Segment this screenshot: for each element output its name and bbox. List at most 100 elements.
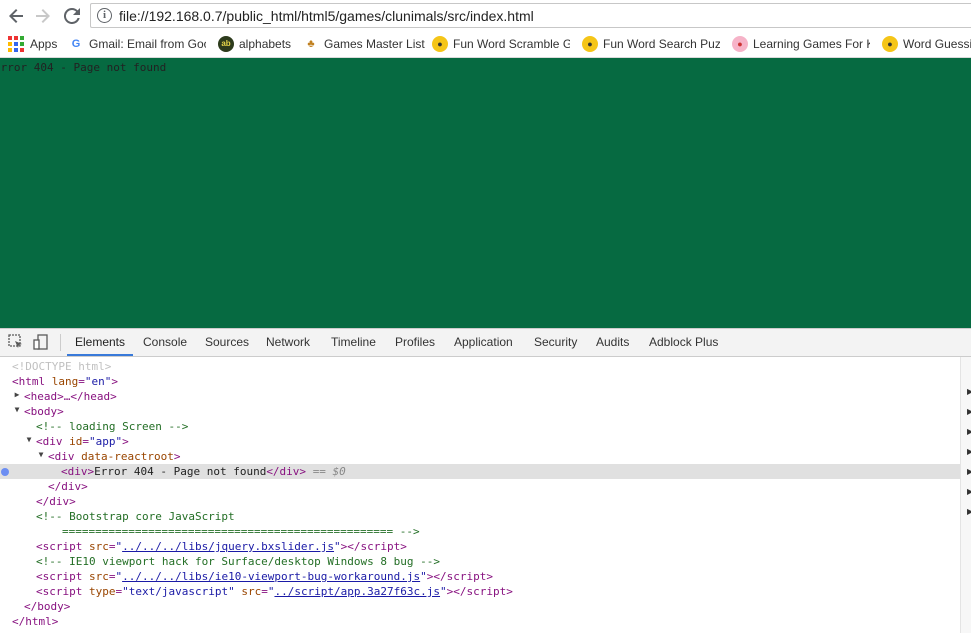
side-panel-arrow-icon[interactable]: ▶ [967, 387, 971, 396]
dom-line-comment-loading[interactable]: <!-- loading Screen --> [36, 419, 188, 434]
dom-line-div-close[interactable]: </div> [48, 479, 88, 494]
bookmark-games-master-list[interactable]: ♣ Games Master List [303, 35, 425, 53]
bee-icon: ● [882, 36, 898, 52]
dom-line-doctype[interactable]: <!DOCTYPE html> [12, 359, 111, 374]
tab-timeline[interactable]: Timeline [331, 329, 376, 356]
google-g-icon: G [71, 38, 81, 50]
forward-button[interactable] [32, 5, 54, 27]
tab-audits[interactable]: Audits [596, 329, 629, 356]
side-panel-arrow-icon[interactable]: ▶ [967, 427, 971, 436]
attr-value: "en" [84, 375, 112, 388]
devtools-panel: Elements Console Sources Network Timelin… [0, 328, 971, 633]
side-panel-arrow-icon[interactable]: ▶ [967, 447, 971, 456]
page-info-icon[interactable]: i [97, 8, 112, 23]
tab-sources[interactable]: Sources [205, 329, 249, 356]
dom-line-script-app[interactable]: <script type="text/javascript" src="../s… [36, 584, 513, 599]
reload-icon [64, 8, 80, 24]
script-src-link[interactable]: ../../../libs/ie10-viewport-bug-workarou… [122, 570, 420, 583]
dom-line-div-close[interactable]: </div> [36, 494, 76, 509]
error-message: Error 404 - Page not found [0, 61, 167, 74]
console-ref-text: == $0 [312, 465, 346, 478]
tab-profiles[interactable]: Profiles [395, 329, 435, 356]
inspect-element-icon[interactable] [8, 334, 24, 350]
address-bar[interactable]: i file://192.168.0.7/public_html/html5/g… [90, 3, 971, 28]
dom-line-body-close[interactable]: </body> [24, 599, 70, 614]
bee-icon: ● [432, 36, 448, 52]
bookmarks-bar: Apps G Gmail: Email from Goo ab alphabet… [0, 31, 971, 58]
bookmark-label: Fun Word Search Puz [603, 37, 720, 51]
bookmark-apps[interactable]: Apps [8, 35, 57, 53]
script-src-link[interactable]: ../../../libs/jquery.bxslider.js [122, 540, 334, 553]
dom-line-html-close[interactable]: </html> [12, 614, 58, 629]
tab-network[interactable]: Network [266, 329, 310, 356]
comment-text: <!-- IE10 viewport hack for Surface/desk… [36, 555, 440, 568]
tab-application[interactable]: Application [454, 329, 513, 356]
dom-line-head[interactable]: <head>…</head> [24, 389, 117, 404]
tag-text: </div> [266, 465, 307, 478]
bookmark-label: alphabets [239, 37, 292, 51]
dom-line-selected-div[interactable]: <div>Error 404 - Page not found</div> ==… [61, 464, 346, 479]
forward-arrow-icon [36, 9, 50, 23]
tag-text: </html> [12, 615, 59, 628]
tab-adblock-plus[interactable]: Adblock Plus [649, 329, 718, 356]
bee-icon: ● [582, 36, 598, 52]
tag-text: <div [48, 450, 75, 463]
back-arrow-icon [9, 9, 23, 23]
selected-node-marker [1, 468, 9, 476]
collapse-arrow-icon[interactable]: ▼ [24, 435, 34, 444]
side-panel-arrow-icon[interactable]: ▶ [967, 507, 971, 516]
dom-line-script-ie10[interactable]: <script src="../../../libs/ie10-viewport… [36, 569, 493, 584]
dom-line-comment-ie10[interactable]: <!-- IE10 viewport hack for Surface/desk… [36, 554, 440, 569]
tag-text: <html [12, 375, 46, 388]
dom-line-body[interactable]: <body> [24, 404, 64, 419]
comment-text: <!-- Bootstrap core JavaScript [36, 510, 235, 523]
side-panel-arrow-icon[interactable]: ▶ [967, 407, 971, 416]
reload-button[interactable] [61, 5, 83, 27]
bookmark-label: Games Master List [324, 37, 425, 51]
bookmark-label: Apps [30, 37, 58, 51]
tag-text: <div [36, 435, 63, 448]
bookmark-word-scramble[interactable]: ● Fun Word Scramble G [432, 35, 570, 53]
games-icon: ♣ [307, 38, 315, 50]
bookmark-gmail[interactable]: G Gmail: Email from Goo [68, 35, 206, 53]
dom-line-comment-bootstrap-cont[interactable]: ========================================… [62, 524, 420, 539]
tab-elements[interactable]: Elements [67, 329, 133, 356]
tab-console[interactable]: Console [143, 329, 187, 356]
apps-grid-icon [8, 36, 24, 52]
side-panel-arrow-icon[interactable]: ▶ [967, 467, 971, 476]
dom-line-comment-bootstrap[interactable]: <!-- Bootstrap core JavaScript [36, 509, 235, 524]
device-toolbar-icon[interactable] [33, 334, 49, 350]
bookmark-learning-games[interactable]: ● Learning Games For K [732, 35, 870, 53]
expand-arrow-icon[interactable]: ▶ [12, 390, 22, 399]
page-viewport: Error 404 - Page not found [0, 58, 971, 328]
bookmark-word-search[interactable]: ● Fun Word Search Puz [582, 35, 720, 53]
browser-toolbar: i file://192.168.0.7/public_html/html5/g… [0, 0, 971, 31]
pig-icon: ● [732, 36, 748, 52]
tab-security[interactable]: Security [534, 329, 577, 356]
tag-text: <div> [61, 465, 95, 478]
bookmark-label: Learning Games For K [753, 37, 870, 51]
url-text[interactable]: file://192.168.0.7/public_html/html5/gam… [119, 8, 534, 24]
collapse-arrow-icon[interactable]: ▼ [12, 405, 22, 414]
bookmark-label: Fun Word Scramble G [453, 37, 570, 51]
tag-text: <body> [24, 405, 64, 418]
collapse-arrow-icon[interactable]: ▼ [36, 450, 46, 459]
comment-text: ========================================… [62, 525, 420, 538]
script-src-link[interactable]: ../script/app.3a27f63c.js [274, 585, 440, 598]
bookmark-word-guessing[interactable]: ● Word Guessi [882, 35, 971, 53]
dom-line-div-app[interactable]: <div id="app"> [36, 434, 129, 449]
dom-line-script-bxslider[interactable]: <script src="../../../libs/jquery.bxslid… [36, 539, 407, 554]
back-button[interactable] [5, 5, 27, 27]
dom-line-html[interactable]: <html lang="en"> [12, 374, 118, 389]
bookmark-alphabets[interactable]: ab alphabets [218, 35, 291, 53]
doctype-text: <!DOCTYPE html> [12, 360, 112, 373]
tag-text: </div> [48, 480, 88, 493]
dom-line-div-reactroot[interactable]: <div data-reactroot> [48, 449, 180, 464]
side-panel-arrow-icon[interactable]: ▶ [967, 487, 971, 496]
alphabets-icon: ab [218, 36, 234, 52]
node-text: Error 404 - Page not found [94, 465, 267, 478]
toolbar-divider [60, 334, 61, 351]
attr-value: "text/javascript" [122, 585, 235, 598]
attr-name: lang [51, 375, 79, 388]
tag-text: </div> [36, 495, 76, 508]
